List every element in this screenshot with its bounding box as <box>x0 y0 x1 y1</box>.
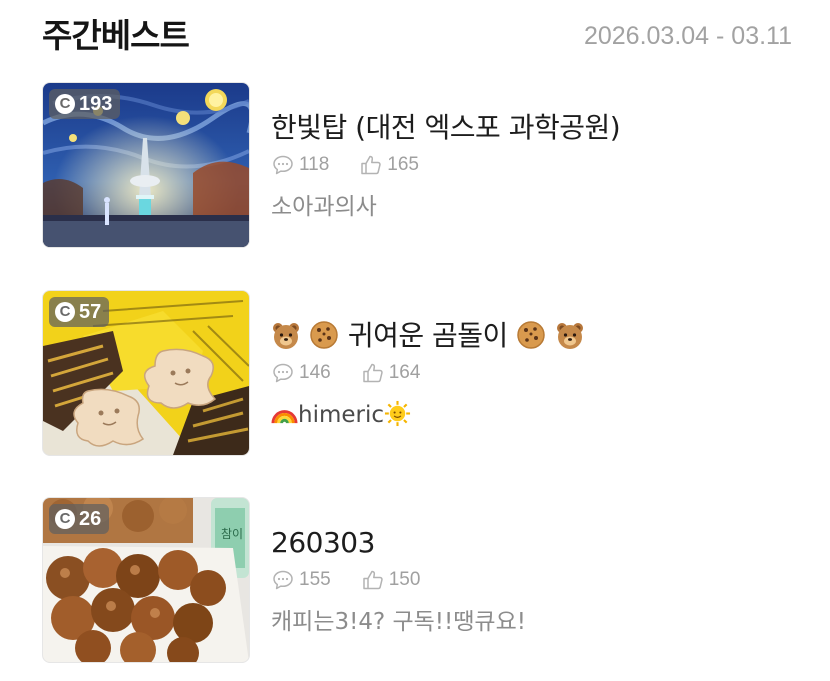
post-author[interactable]: himeric <box>271 398 411 432</box>
c-circle-icon: C <box>55 509 75 529</box>
comment-count: 118 <box>299 154 330 175</box>
cookie-icon <box>517 321 545 349</box>
c-circle-icon: C <box>55 302 75 322</box>
comment-stat: 118 <box>271 153 329 177</box>
like-count: 164 <box>388 362 421 383</box>
post-title[interactable]: 한빛탑 (대전 엑스포 과학공원) <box>271 108 801 148</box>
post-stats: 146 164 <box>271 358 450 388</box>
section-header: 주간베스트 2026.03.04 - 03.11 <box>0 0 830 76</box>
badge-count: 57 <box>79 301 102 323</box>
author-name: himeric <box>298 402 385 428</box>
post-author[interactable]: 소아과의사 <box>271 190 377 224</box>
thumbs-up-icon <box>361 155 382 175</box>
page-title: 주간베스트 <box>42 16 190 55</box>
post-info: 귀여운 곰돌이 146 164 himeric <box>271 290 801 454</box>
comment-count: 146 <box>299 362 331 383</box>
bear-face-icon <box>556 323 583 349</box>
thumbs-up-icon <box>362 570 383 590</box>
date-range: 2026.03.04 - 03.11 <box>583 22 792 50</box>
list-item[interactable]: 참이 C 26 260303 155 150 캐피는3!4? 구독!!땡큐요! <box>42 497 802 663</box>
list-item[interactable]: C 193 한빛탑 (대전 엑스포 과학공원) 118 165 소아과의사 <box>42 82 802 248</box>
cookie-icon <box>310 321 339 349</box>
comment-stat: 155 <box>271 568 331 592</box>
comment-bubble-icon <box>273 363 293 383</box>
sun-face-icon <box>384 400 411 427</box>
view-count-badge: C 26 <box>49 504 110 534</box>
list-item[interactable]: C 57 귀여운 곰돌이 146 164 himeric <box>42 290 802 456</box>
badge-count: 193 <box>79 93 113 115</box>
post-thumbnail[interactable]: C 57 <box>42 290 250 456</box>
c-circle-icon: C <box>55 94 75 114</box>
thumbs-up-icon <box>362 363 383 383</box>
post-info: 260303 155 150 캐피는3!4? 구독!!땡큐요! <box>271 497 801 661</box>
comment-bubble-icon <box>273 155 293 175</box>
like-count: 150 <box>388 569 421 590</box>
like-stat: 164 <box>361 361 421 385</box>
comment-count: 155 <box>299 569 331 590</box>
like-stat: 165 <box>359 153 419 177</box>
post-stats: 155 150 <box>271 565 450 595</box>
post-thumbnail[interactable]: C 193 <box>42 82 250 248</box>
badge-count: 26 <box>79 508 102 530</box>
comment-bubble-icon <box>273 570 293 590</box>
view-count-badge: C 193 <box>49 89 121 119</box>
post-title[interactable]: 260303 <box>271 523 801 563</box>
svg-text:참이: 참이 <box>221 527 243 541</box>
post-info: 한빛탑 (대전 엑스포 과학공원) 118 165 소아과의사 <box>271 82 801 246</box>
post-title[interactable]: 귀여운 곰돌이 <box>271 316 801 356</box>
view-count-badge: C 57 <box>49 297 110 327</box>
like-count: 165 <box>387 154 419 175</box>
post-title-text: 귀여운 곰돌이 <box>347 319 508 352</box>
post-author[interactable]: 캐피는3!4? 구독!!땡큐요! <box>271 605 526 639</box>
like-stat: 150 <box>361 568 421 592</box>
post-stats: 118 165 <box>271 150 449 180</box>
post-thumbnail[interactable]: 참이 C 26 <box>42 497 250 663</box>
bear-face-icon <box>273 323 299 349</box>
rainbow-icon <box>271 410 298 424</box>
comment-stat: 146 <box>271 361 331 385</box>
